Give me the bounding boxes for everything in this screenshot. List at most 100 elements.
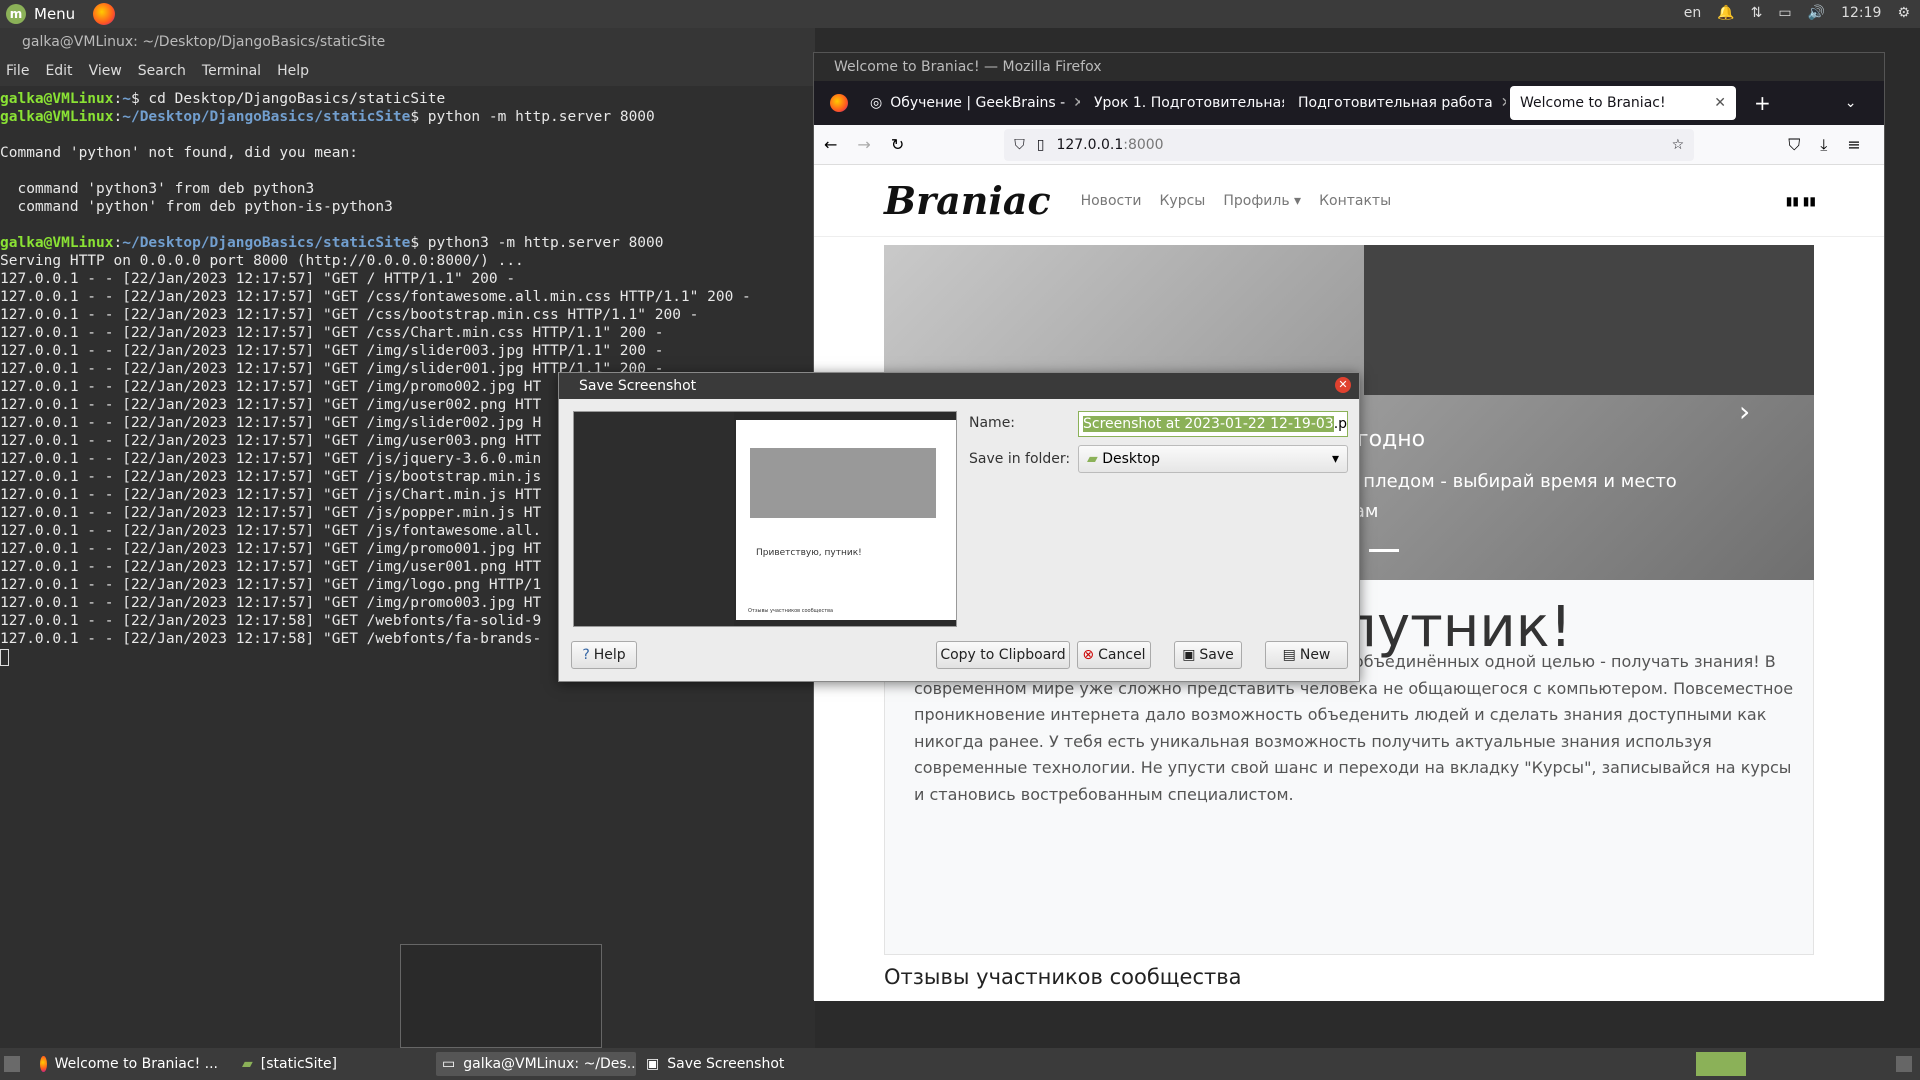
terminal-icon: ▭ — [442, 1056, 456, 1072]
name-label: Name: — [969, 415, 1016, 431]
preview-caption: Отзывы участников сообщества — [748, 608, 834, 614]
terminal-menubar: File Edit View Search Terminal Help — [0, 56, 815, 86]
firefox-icon — [40, 1056, 47, 1072]
tab-strip: ◎ Обучение | GeekBrains - ✕ Урок 1. Подг… — [814, 81, 1884, 125]
preview-title: Приветствую, путник! — [756, 548, 862, 558]
pocket-icon[interactable]: ⛉ — [1788, 135, 1800, 155]
workspace-switcher[interactable] — [1696, 1052, 1746, 1076]
preview-terminal — [574, 412, 734, 626]
terminal-line: 127.0.0.1 - - [22/Jan/2023 12:17:57] "GE… — [0, 325, 664, 341]
trash-icon[interactable] — [1896, 1056, 1912, 1072]
taskbar-item-firefox[interactable]: Welcome to Braniac! ... — [34, 1052, 224, 1076]
terminal-line: galka@VMLinux:~/Desktop/DjangoBasics/sta… — [0, 109, 655, 125]
clock[interactable]: 12:19 — [1841, 5, 1881, 21]
tab-close-icon[interactable]: ✕ — [1073, 95, 1080, 111]
language-indicator[interactable]: en — [1684, 5, 1702, 21]
show-desktop-icon[interactable] — [4, 1056, 20, 1072]
terminal-title: galka@VMLinux: ~/Desktop/DjangoBasics/st… — [0, 28, 815, 56]
folder-icon: ▰ — [1087, 451, 1098, 467]
tab-prep-work[interactable]: Подготовительная работа ✕ — [1288, 86, 1506, 120]
notification-bell-icon[interactable]: 🔔 — [1717, 5, 1734, 21]
nav-news[interactable]: Новости — [1081, 193, 1142, 209]
dialog-titlebar: Save Screenshot ✕ — [559, 373, 1359, 399]
shield-icon[interactable]: ⛉ — [1014, 137, 1025, 153]
network-icon[interactable]: ⇅ — [1751, 5, 1763, 21]
terminal-menu-edit[interactable]: Edit — [45, 63, 72, 79]
firefox-launcher-icon[interactable] — [93, 3, 116, 25]
system-tray: en 🔔 ⇅ ▭ 🔊 12:19 ⚙ — [1684, 5, 1910, 21]
page-icon: ▯ — [1036, 136, 1045, 153]
dialog-close-icon[interactable]: ✕ — [1335, 377, 1351, 393]
firefox-view-icon[interactable] — [830, 94, 848, 112]
terminal-line: 127.0.0.1 - - [22/Jan/2023 12:17:57] "GE… — [0, 289, 751, 305]
copy-to-clipboard-button[interactable]: Copy to Clipboard — [936, 641, 1070, 669]
tab-label: Обучение | GeekBrains - — [890, 95, 1066, 111]
carousel-caption: м пледом - выбирай время и место сам — [1344, 471, 1677, 522]
tab-geekbrains[interactable]: ◎ Обучение | GeekBrains - ✕ — [860, 86, 1080, 120]
carousel-next-chevron-icon[interactable]: › — [1739, 395, 1750, 428]
nav-courses[interactable]: Курсы — [1159, 193, 1205, 209]
tab-lesson1[interactable]: Урок 1. Подготовительная — [1084, 86, 1284, 120]
forward-arrow-icon[interactable]: → — [857, 135, 870, 154]
battery-icon[interactable]: ▭ — [1778, 5, 1791, 21]
mint-logo-icon: m — [6, 4, 26, 24]
preview-carousel — [750, 448, 936, 518]
nav-contacts[interactable]: Контакты — [1319, 193, 1391, 209]
terminal-line: command 'python' from deb python-is-pyth… — [0, 199, 393, 215]
screenshot-preview: Приветствую, путник! Отзывы участников с… — [573, 411, 957, 627]
tab-braniac[interactable]: Welcome to Braniac! ✕ — [1510, 86, 1736, 120]
site-logo[interactable]: Braniac — [884, 178, 1051, 223]
terminal-menu-file[interactable]: File — [6, 63, 29, 79]
tab-label: Welcome to Braniac! — [1520, 95, 1666, 111]
tab-close-icon[interactable]: ✕ — [1714, 95, 1726, 111]
folder-select[interactable]: ▰ Desktop ▾ — [1078, 445, 1348, 473]
terminal-menu-terminal[interactable]: Terminal — [202, 63, 261, 79]
save-screenshot-dialog: Save Screenshot ✕ Приветствую, путник! О… — [558, 372, 1360, 682]
taskbar-window-preview[interactable] — [400, 944, 602, 1048]
settings-gear-icon[interactable]: ⚙ — [1897, 5, 1910, 21]
terminal-line: command 'python3' from deb python3 — [0, 181, 315, 197]
save-button[interactable]: ▣ Save — [1174, 641, 1242, 669]
back-arrow-icon[interactable]: ← — [824, 135, 837, 154]
reload-icon[interactable]: ↻ — [891, 135, 904, 154]
bottom-panel: Welcome to Braniac! ... ▰ [staticSite] ▭… — [0, 1048, 1920, 1080]
terminal-line: Serving HTTP on 0.0.0.0 port 8000 (http:… — [0, 253, 524, 269]
volume-icon[interactable]: 🔊 — [1808, 5, 1825, 21]
carousel-indicator[interactable] — [1369, 549, 1399, 552]
preview-browser: Приветствую, путник! Отзывы участников с… — [736, 420, 956, 620]
terminal-cursor — [0, 648, 9, 666]
terminal-menu-search[interactable]: Search — [138, 63, 186, 79]
nav-profile[interactable]: Профиль ▾ — [1223, 193, 1301, 209]
tab-list-chevron-icon[interactable]: ⌄ — [1845, 95, 1857, 111]
menu-button[interactable]: m Menu — [6, 3, 116, 25]
language-flags-icon[interactable]: ▮▮ ▮▮ — [1786, 194, 1816, 208]
save-icon: ▣ — [1182, 647, 1196, 663]
new-button[interactable]: ▤ New — [1265, 641, 1348, 669]
terminal-line: 127.0.0.1 - - [22/Jan/2023 12:17:57] "GE… — [0, 271, 516, 287]
downloads-icon[interactable]: ⤓ — [1820, 135, 1827, 155]
hamburger-menu-icon[interactable]: ≡ — [1847, 135, 1860, 154]
taskbar-item-screenshot[interactable]: ▣ Save Screenshot — [640, 1052, 810, 1076]
terminal-menu-view[interactable]: View — [89, 63, 122, 79]
new-document-icon: ▤ — [1282, 647, 1296, 663]
new-tab-plus-icon[interactable]: + — [1754, 91, 1771, 115]
terminal-line: galka@VMLinux:~/Desktop/DjangoBasics/sta… — [0, 235, 664, 251]
cancel-button[interactable]: ⊗ Cancel — [1077, 641, 1151, 669]
tab-close-icon[interactable]: ✕ — [1501, 95, 1506, 111]
help-button[interactable]: ? Help — [571, 641, 637, 669]
terminal-menu-help[interactable]: Help — [277, 63, 309, 79]
tab-favicon-icon: ◎ — [870, 95, 883, 111]
bookmark-star-icon[interactable]: ☆ — [1672, 137, 1685, 153]
taskbar-item-terminal[interactable]: ▭ galka@VMLinux: ~/Des... — [436, 1052, 636, 1076]
dialog-title: Save Screenshot — [579, 378, 697, 394]
firefox-title: Welcome to Braniac! — Mozilla Firefox — [834, 59, 1102, 75]
folder-icon: ▰ — [242, 1056, 253, 1072]
screenshot-icon: ▣ — [646, 1056, 660, 1072]
filename-input[interactable]: Screenshot at 2023-01-22 12-19-03.png — [1078, 411, 1348, 437]
taskbar-item-files[interactable]: ▰ [staticSite] — [236, 1052, 406, 1076]
dropdown-arrow-icon: ▾ — [1331, 451, 1339, 467]
carousel-image — [1364, 245, 1814, 395]
url-bar[interactable]: ⛉ ▯ 127.0.0.1:8000 ☆ — [1004, 128, 1695, 161]
